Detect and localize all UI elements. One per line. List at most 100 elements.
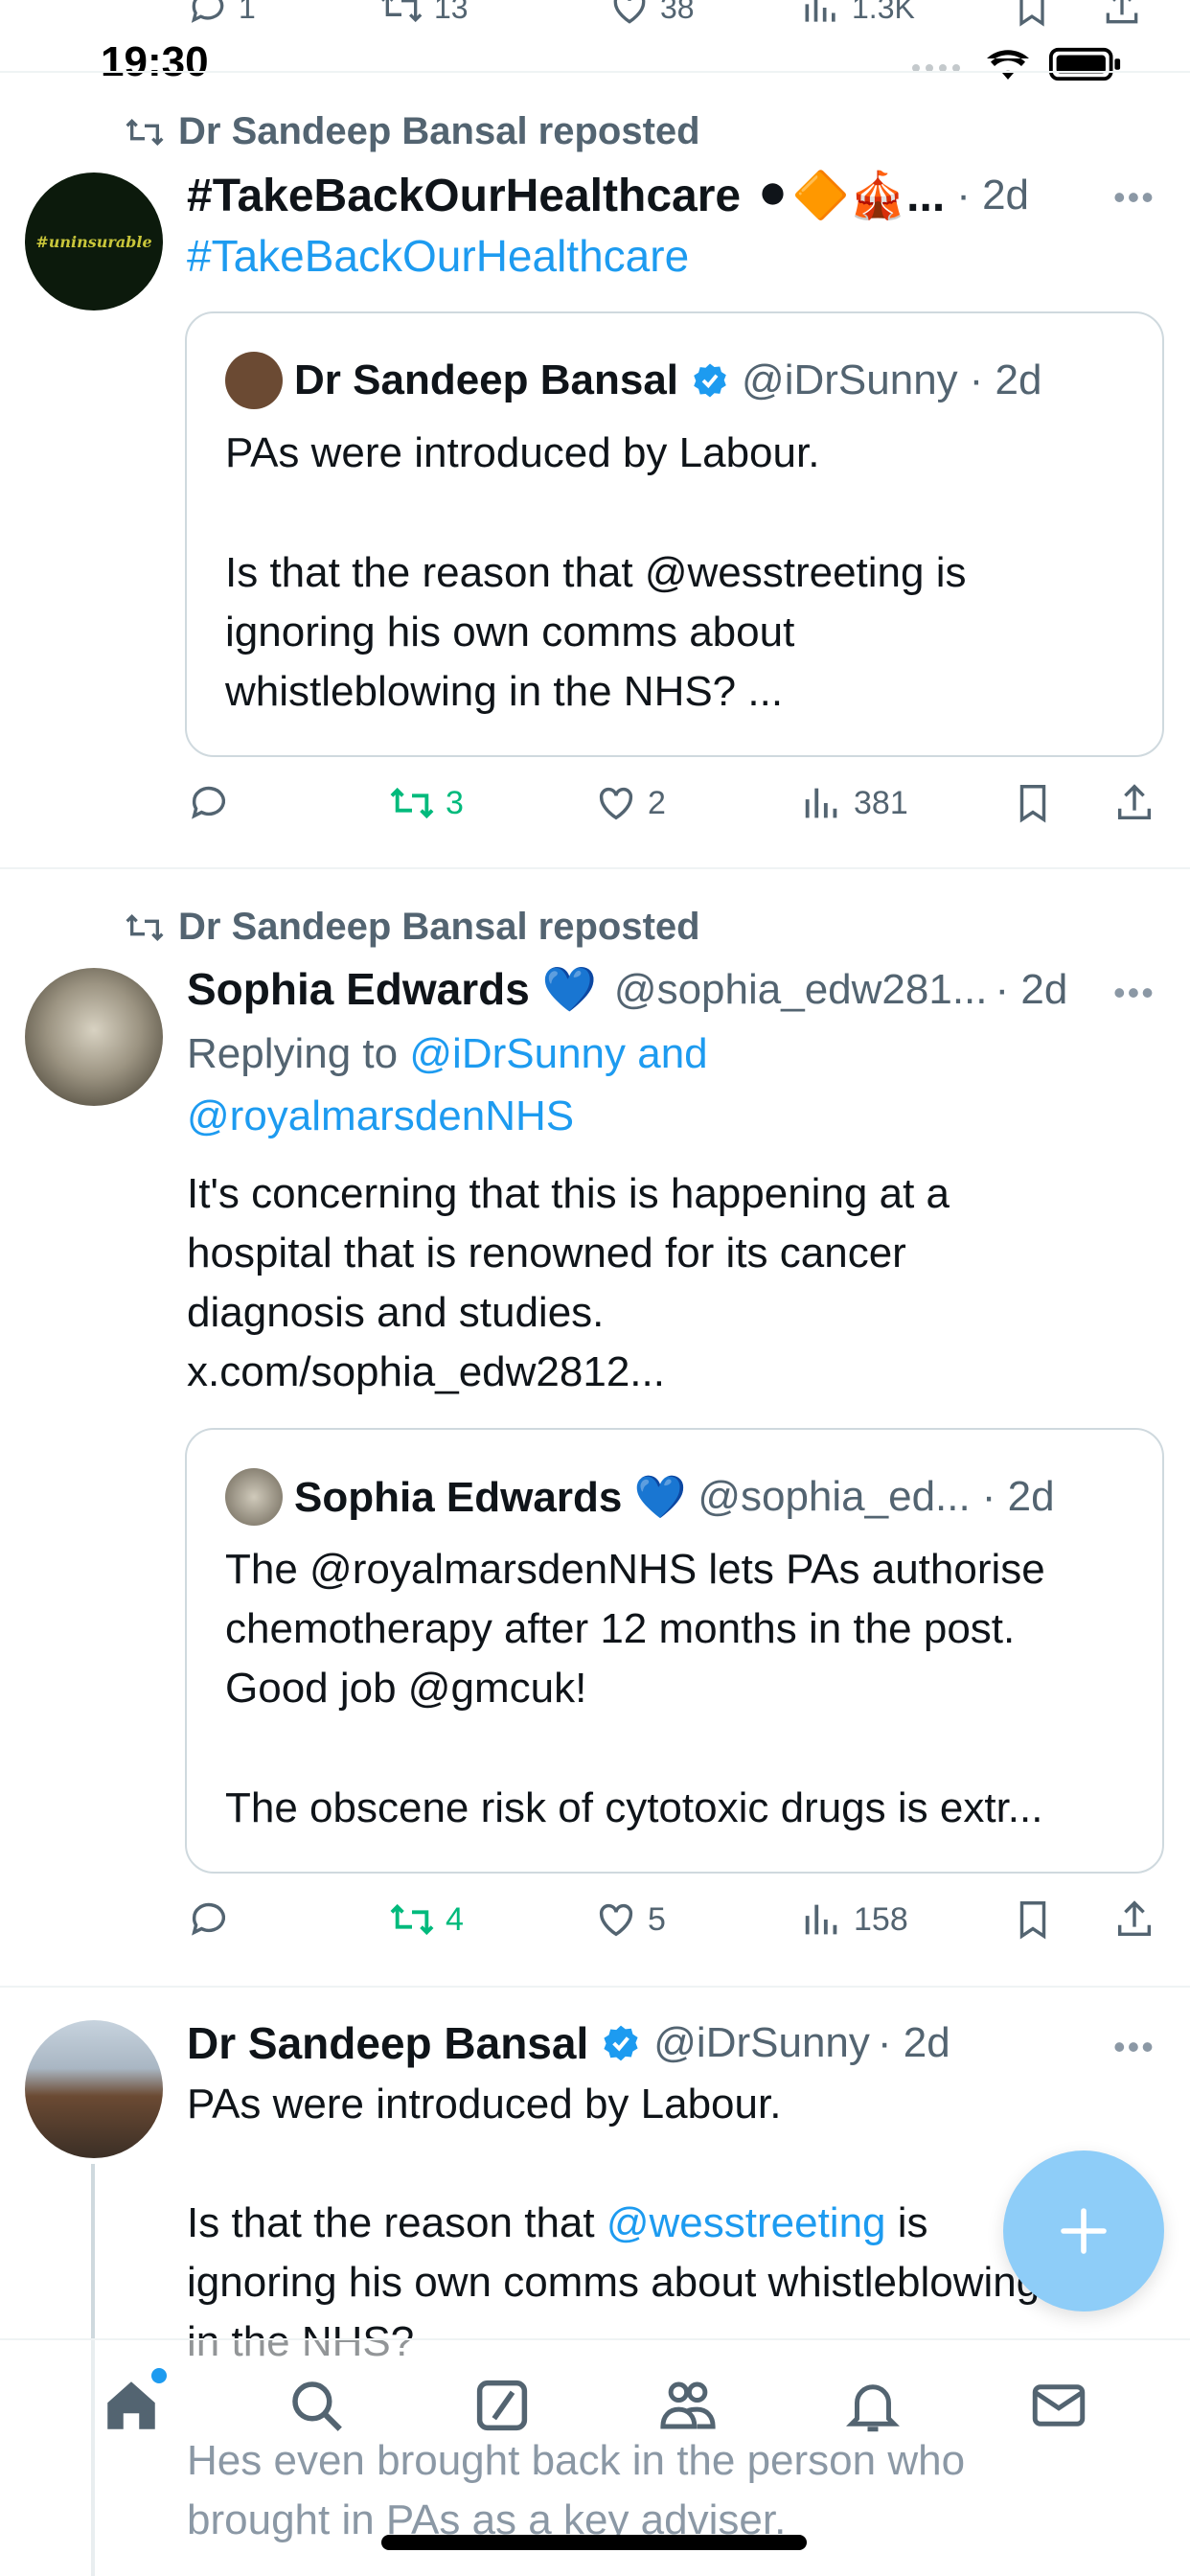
- repost-count: 4: [446, 1900, 464, 1938]
- quote-text-line: chemotherapy after 12 months in the post…: [225, 1605, 1016, 1652]
- post-time: · 2d: [956, 171, 1030, 218]
- reply-icon: [191, 0, 224, 23]
- quote-text-line: The @royalmarsdenNHS lets PAs authorise: [225, 1546, 1045, 1593]
- views-icon: [805, 1904, 837, 1935]
- like-count: 2: [648, 784, 666, 821]
- notifications-icon[interactable]: [841, 2374, 904, 2437]
- quote-text-line: Is that the reason that @wesstreeting is: [225, 549, 967, 596]
- more-options-icon[interactable]: •••: [1113, 2027, 1156, 2067]
- quote-text-line: The obscene risk of cytotoxic drugs is e…: [225, 1784, 1043, 1831]
- bookmark-icon[interactable]: [1011, 1898, 1055, 1942]
- post-text-line: ignoring his own comms about whistleblow…: [187, 2259, 1041, 2306]
- like-icon: [599, 787, 633, 820]
- messages-icon[interactable]: [1027, 2374, 1090, 2437]
- quote-author-name: Dr Sandeep Bansal: [294, 356, 679, 403]
- quoted-post[interactable]: Sophia Edwards 💙 @sophia_ed... · 2d The …: [185, 1428, 1164, 1874]
- quote-author-name: Sophia Edwards 💙: [294, 1474, 687, 1521]
- quote-time: · 2d: [981, 1473, 1055, 1520]
- bookmark-icon[interactable]: [1011, 781, 1055, 825]
- reposted-by-text: Dr Sandeep Bansal reposted: [178, 906, 700, 948]
- post-time: · 2d: [995, 965, 1068, 1013]
- avatar-text: #uninsurable: [35, 232, 152, 251]
- repost-icon: [390, 787, 434, 819]
- compose-button[interactable]: [1003, 2150, 1164, 2312]
- text-segment: is: [897, 2199, 928, 2246]
- quote-text-line: ignoring his own comms about: [225, 609, 795, 656]
- previous-post-actions: 1 13 38 1.3K: [187, 0, 1155, 36]
- post-text-line: PAs were introduced by Labour.: [187, 2081, 782, 2128]
- like-button[interactable]: 38: [608, 0, 800, 29]
- display-name[interactable]: #TakeBackOurHealthcare ⚫🔶🎪...: [187, 168, 945, 222]
- repost-button[interactable]: 3: [388, 781, 594, 825]
- mention-link[interactable]: @wesstreeting: [606, 2199, 886, 2246]
- post-text-line: It's concerning that this is happening a…: [187, 1170, 950, 1217]
- replying-to: Replying to @iDrSunny and: [187, 1030, 708, 1078]
- verified-icon: [694, 363, 726, 398]
- home-icon: [107, 2381, 155, 2429]
- post-text-line: Hes even brought back in the person who: [187, 2437, 966, 2484]
- mention-link[interactable]: @iDrSunny and: [409, 1030, 707, 1077]
- compose-icon: [1061, 2208, 1107, 2254]
- hashtag-link[interactable]: #TakeBackOurHealthcare: [187, 230, 689, 282]
- url-link[interactable]: x.com/sophia_edw2812...: [187, 1343, 665, 1402]
- repost-indicator[interactable]: Dr Sandeep Bansal reposted: [123, 906, 700, 949]
- like-button[interactable]: 5: [594, 1898, 800, 1942]
- quote-text-line: Good job @gmcuk!: [225, 1665, 587, 1712]
- divider: [0, 71, 1190, 73]
- search-icon[interactable]: [285, 2374, 348, 2437]
- quote-time: · 2d: [969, 356, 1042, 403]
- reply-button[interactable]: 1: [187, 0, 378, 29]
- share-icon[interactable]: [1112, 1898, 1156, 1942]
- like-icon: [599, 1903, 633, 1937]
- like-count: 38: [660, 0, 695, 25]
- reply-button[interactable]: [187, 1898, 388, 1942]
- share-icon[interactable]: [1112, 781, 1156, 825]
- unread-dot: [150, 2368, 167, 2383]
- grok-icon[interactable]: [470, 2374, 534, 2437]
- views-count: 1.3K: [852, 0, 915, 25]
- post-actions: 3 2 381: [187, 781, 1164, 825]
- quote-handle: @sophia_ed...: [698, 1473, 971, 1520]
- nav-home[interactable]: [100, 2368, 167, 2442]
- display-name[interactable]: Dr Sandeep Bansal: [187, 2017, 588, 2069]
- repost-indicator[interactable]: Dr Sandeep Bansal reposted: [123, 110, 700, 153]
- post-text-line: Is that the reason that @wesstreeting is: [187, 2194, 928, 2253]
- post-text-line: hospital that is renowned for its cancer: [187, 1230, 906, 1276]
- post-text-line: diagnosis and studies.: [187, 1289, 605, 1336]
- home-indicator[interactable]: [381, 2535, 807, 2550]
- repost-button[interactable]: 4: [388, 1898, 594, 1942]
- mention-link[interactable]: @royalmarsdenNHS: [187, 1092, 574, 1140]
- views-count: 158: [854, 1900, 908, 1938]
- quote-handle: @iDrSunny: [742, 356, 958, 403]
- views-button[interactable]: 381: [800, 781, 1011, 825]
- repost-button[interactable]: 13: [378, 0, 608, 29]
- like-count: 5: [648, 1900, 666, 1938]
- communities-icon[interactable]: [656, 2374, 720, 2437]
- replying-to-label: Replying to: [187, 1030, 399, 1077]
- display-name[interactable]: Sophia Edwards 💙: [187, 963, 597, 1016]
- divider: [0, 867, 1190, 869]
- quoted-post[interactable]: Dr Sandeep Bansal @iDrSunny · 2d PAs wer…: [185, 311, 1164, 757]
- more-options-icon[interactable]: •••: [1113, 973, 1156, 1013]
- text-segment: Is that the reason that: [187, 2199, 595, 2246]
- reposted-by-text: Dr Sandeep Bansal reposted: [178, 110, 700, 152]
- views-count: 381: [854, 784, 908, 821]
- views-button[interactable]: 158: [800, 1898, 1011, 1942]
- post-header: #TakeBackOurHealthcare ⚫🔶🎪... · 2d: [187, 168, 1145, 222]
- avatar: [225, 1468, 283, 1526]
- more-options-icon[interactable]: •••: [1113, 177, 1156, 218]
- reply-button[interactable]: [187, 781, 388, 825]
- bookmark-icon[interactable]: [1011, 0, 1053, 29]
- avatar[interactable]: [25, 2020, 163, 2158]
- share-icon[interactable]: [1101, 0, 1143, 29]
- status-bar: 19:30: [0, 38, 1190, 96]
- quote-text-line: PAs were introduced by Labour.: [225, 429, 820, 476]
- like-button[interactable]: 2: [594, 781, 800, 825]
- avatar[interactable]: #uninsurable: [25, 172, 163, 310]
- repost-icon: [126, 118, 164, 146]
- repost-icon: [381, 0, 423, 23]
- avatar[interactable]: [25, 968, 163, 1106]
- repost-icon: [390, 1903, 434, 1936]
- post-header: Sophia Edwards 💙 @sophia_edw281... · 2d: [187, 963, 1116, 1016]
- views-button[interactable]: 1.3K: [800, 0, 992, 29]
